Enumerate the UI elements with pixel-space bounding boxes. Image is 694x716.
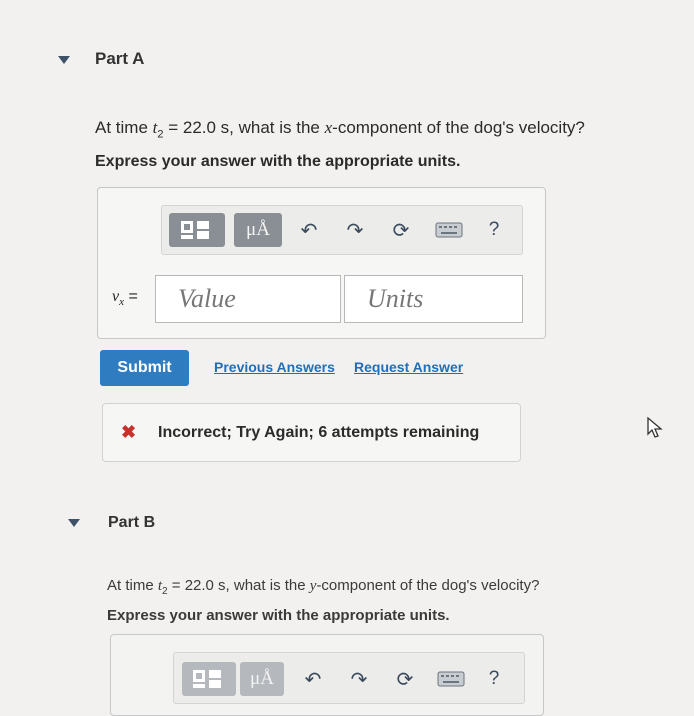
part-a-instruction: Express your answer with the appropriate… xyxy=(95,153,461,170)
mouse-cursor-icon xyxy=(647,416,663,438)
undo-icon[interactable]: ↶ xyxy=(294,216,324,244)
units-input[interactable]: Units xyxy=(344,275,523,323)
part-b-redo-icon[interactable]: ↷ xyxy=(344,665,374,693)
part-b-templates-icon xyxy=(193,670,221,688)
help-button[interactable]: ? xyxy=(480,216,508,244)
part-a-question: At time t2 = 22.0 s, what is the x-compo… xyxy=(95,118,585,141)
part-b-keyboard-icon[interactable] xyxy=(436,669,466,689)
part-a-answer-box: μÅ ↶ ↷ ⟳ ? vx = Value Units xyxy=(97,187,546,339)
part-b-templates-button[interactable] xyxy=(182,662,236,696)
units-symbols-button[interactable]: μÅ xyxy=(234,213,282,247)
part-a-title[interactable]: Part A xyxy=(95,49,144,69)
redo-icon[interactable]: ↷ xyxy=(340,216,370,244)
math-toolbar: μÅ ↶ ↷ ⟳ ? xyxy=(161,205,523,255)
feedback-text: Incorrect; Try Again; 6 attempts remaini… xyxy=(158,424,480,441)
value-input[interactable]: Value xyxy=(155,275,341,323)
templates-icon xyxy=(181,221,209,239)
part-b-undo-icon[interactable]: ↶ xyxy=(298,665,328,693)
part-b-reset-icon[interactable]: ⟳ xyxy=(390,665,420,693)
part-a-collapse-caret[interactable] xyxy=(58,56,70,64)
templates-button[interactable] xyxy=(169,213,225,247)
part-b-units-symbols-button[interactable]: μÅ xyxy=(240,662,284,696)
part-b-help-button[interactable]: ? xyxy=(480,665,508,693)
part-b-collapse-caret[interactable] xyxy=(68,519,80,527)
part-b-answer-box: μÅ ↶ ↷ ⟳ ? xyxy=(110,634,544,716)
part-b-question: At time t2 = 22.0 s, what is the y-compo… xyxy=(107,577,540,597)
keyboard-icon[interactable] xyxy=(434,220,464,240)
feedback-box: ✖ Incorrect; Try Again; 6 attempts remai… xyxy=(102,403,521,462)
part-b-title[interactable]: Part B xyxy=(108,514,155,532)
part-b-instruction: Express your answer with the appropriate… xyxy=(107,607,450,624)
submit-button[interactable]: Submit xyxy=(100,350,189,386)
previous-answers-link[interactable]: Previous Answers xyxy=(214,359,335,375)
answer-variable-label: vx = xyxy=(112,288,138,309)
part-b-math-toolbar: μÅ ↶ ↷ ⟳ ? xyxy=(173,652,525,704)
request-answer-link[interactable]: Request Answer xyxy=(354,359,463,375)
reset-icon[interactable]: ⟳ xyxy=(386,216,416,244)
incorrect-x-icon: ✖ xyxy=(121,422,137,442)
